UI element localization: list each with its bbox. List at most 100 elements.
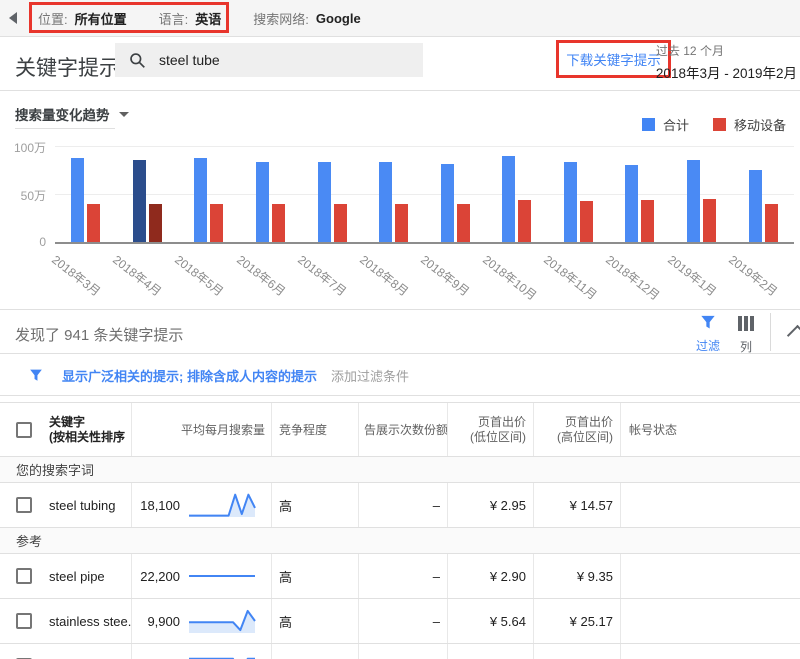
search-icon [129, 52, 146, 69]
date-range-label: 过去 12 个月 [656, 42, 797, 59]
x-axis-tick: 2018年10月 [479, 251, 540, 304]
chart-metric-label: 搜索量变化趋势 [15, 104, 110, 124]
bar-group[interactable] [486, 146, 548, 243]
annotation-box-download: 下载关键字提示 [556, 40, 671, 78]
back-icon[interactable] [9, 12, 17, 24]
add-filter-button[interactable]: 添加过滤条件 [331, 366, 409, 385]
network-label: 搜索网络: [253, 9, 309, 28]
ad-impression-share-value: – [358, 599, 447, 643]
account-status-value [620, 554, 800, 598]
header-competition[interactable]: 竞争程度 [271, 403, 358, 456]
bar-group[interactable] [55, 146, 117, 243]
page-header: 关键字提示 steel tube 下载关键字提示 过去 12 个月 2018年3… [0, 37, 800, 91]
header-top-bid-high[interactable]: 页首出价 (高位区间) [533, 403, 620, 456]
download-keyword-ideas-link[interactable]: 下载关键字提示 [566, 49, 661, 69]
header-account-status[interactable]: 帐号状态 [620, 403, 800, 456]
row-checkbox[interactable] [16, 568, 32, 584]
bar [625, 165, 638, 243]
account-status-value [620, 599, 800, 643]
bar [749, 170, 762, 243]
top-bid-high-value: ¥ 15.50 [533, 644, 620, 659]
x-axis-tick: 2018年4月 [110, 251, 166, 300]
header-avg-monthly-searches[interactable]: 平均每月搜索量 [131, 403, 271, 456]
active-filters-text[interactable]: 显示广泛相关的提示; 排除含成人内容的提示 [62, 366, 317, 385]
bar [71, 158, 84, 243]
date-range-picker[interactable]: 过去 12 个月 2018年3月 - 2019年2月 [656, 42, 797, 82]
legend-swatch-total [642, 118, 655, 131]
bar [272, 204, 285, 243]
columns-icon [738, 316, 754, 331]
header-ad-impression-share[interactable]: 告展示次数份额 [358, 403, 447, 456]
header-top-bid-low[interactable]: 页首出价 (低位区间) [447, 403, 533, 456]
results-count: 发现了 941 条关键字提示 [15, 324, 183, 345]
bar [641, 200, 654, 243]
chart-metric-dropdown[interactable]: 搜索量变化趋势 [15, 104, 129, 124]
legend-item-mobile[interactable]: 移动设备 [713, 115, 786, 134]
x-axis-tick: 2018年7月 [295, 251, 351, 300]
x-axis-tick: 2018年9月 [418, 251, 474, 300]
bar [395, 204, 408, 243]
bar-group[interactable] [178, 146, 240, 243]
ad-impression-share-value: – [358, 483, 447, 527]
bar [518, 200, 531, 243]
row-checkbox[interactable] [16, 613, 32, 629]
avg-monthly-value: 9,900 [132, 614, 180, 629]
x-axis-tick: 2018年11月 [541, 251, 601, 303]
bar [133, 160, 146, 243]
chart-legend: 合计 移动设备 [642, 115, 786, 134]
bar-group[interactable] [424, 146, 486, 243]
account-status-value [620, 644, 800, 659]
top-bid-high-value: ¥ 25.17 [533, 599, 620, 643]
x-axis-tick: 2018年3月 [48, 251, 104, 300]
chart-bars [55, 146, 794, 243]
avg-monthly-value: 22,200 [132, 569, 180, 584]
expand-icon[interactable] [787, 325, 800, 346]
header-keyword-line1: 关键字 [49, 415, 125, 430]
bar-group[interactable] [548, 146, 610, 243]
page-title: 关键字提示 [15, 52, 120, 82]
table-row: stainless stee... 9,900 高 – ¥ 4.33 ¥ 15.… [0, 644, 800, 659]
filter-funnel-icon-small [29, 369, 43, 382]
top-bid-low-value: ¥ 5.64 [447, 599, 533, 643]
bar-group[interactable] [732, 146, 794, 243]
filter-button-label: 过滤 [688, 337, 728, 354]
columns-button-label: 列 [729, 338, 763, 355]
section-ideas: 参考 [0, 528, 800, 554]
header-keyword-line2: (按相关性排序 [49, 430, 125, 445]
bar [194, 158, 207, 243]
bar [256, 162, 269, 243]
bar-group[interactable] [301, 146, 363, 243]
bar-group[interactable] [609, 146, 671, 243]
select-all-checkbox[interactable] [16, 422, 32, 438]
settings-topbar: 位置: 所有位置 语言: 英语 搜索网络: Google [0, 0, 800, 37]
table-header-row: 关键字 (按相关性排序 平均每月搜索量 竞争程度 告展示次数份额 页首出价 (低… [0, 403, 800, 457]
bar-group[interactable] [363, 146, 425, 243]
filter-funnel-icon [700, 315, 716, 330]
keyword-text: steel pipe [49, 569, 105, 584]
bar [441, 164, 454, 243]
active-filters-bar: 显示广泛相关的提示; 排除含成人内容的提示 添加过滤条件 [0, 355, 800, 396]
filter-button[interactable]: 过滤 [688, 315, 728, 354]
language-value: 英语 [195, 9, 221, 28]
bar-group[interactable] [117, 146, 179, 243]
chart-xlabels: 2018年3月2018年4月2018年5月2018年6月2018年7月2018年… [55, 248, 794, 306]
network-setting[interactable]: 搜索网络: Google [253, 9, 360, 28]
header-keyword[interactable]: 关键字 (按相关性排序 [0, 403, 131, 456]
location-setting[interactable]: 位置: 所有位置 [38, 9, 127, 28]
legend-label-mobile: 移动设备 [734, 115, 786, 134]
search-volume-chart-section: 搜索量变化趋势 合计 移动设备 100万 50万 0 2018年3月2018年4… [0, 92, 800, 310]
bar [502, 156, 515, 243]
legend-label-total: 合计 [663, 115, 689, 134]
keyword-search-input[interactable]: steel tube [115, 43, 423, 77]
bar-group[interactable] [671, 146, 733, 243]
row-checkbox[interactable] [16, 497, 32, 513]
bar-group[interactable] [240, 146, 302, 243]
bar [580, 201, 593, 243]
trend-sparkline [187, 607, 257, 635]
x-axis-line [55, 242, 794, 244]
columns-button[interactable]: 列 [729, 316, 763, 355]
trend-sparkline [187, 652, 257, 659]
legend-item-total[interactable]: 合计 [642, 115, 689, 134]
y-axis-tick-50: 50万 [0, 187, 46, 204]
language-setting[interactable]: 语言: 英语 [159, 9, 222, 28]
